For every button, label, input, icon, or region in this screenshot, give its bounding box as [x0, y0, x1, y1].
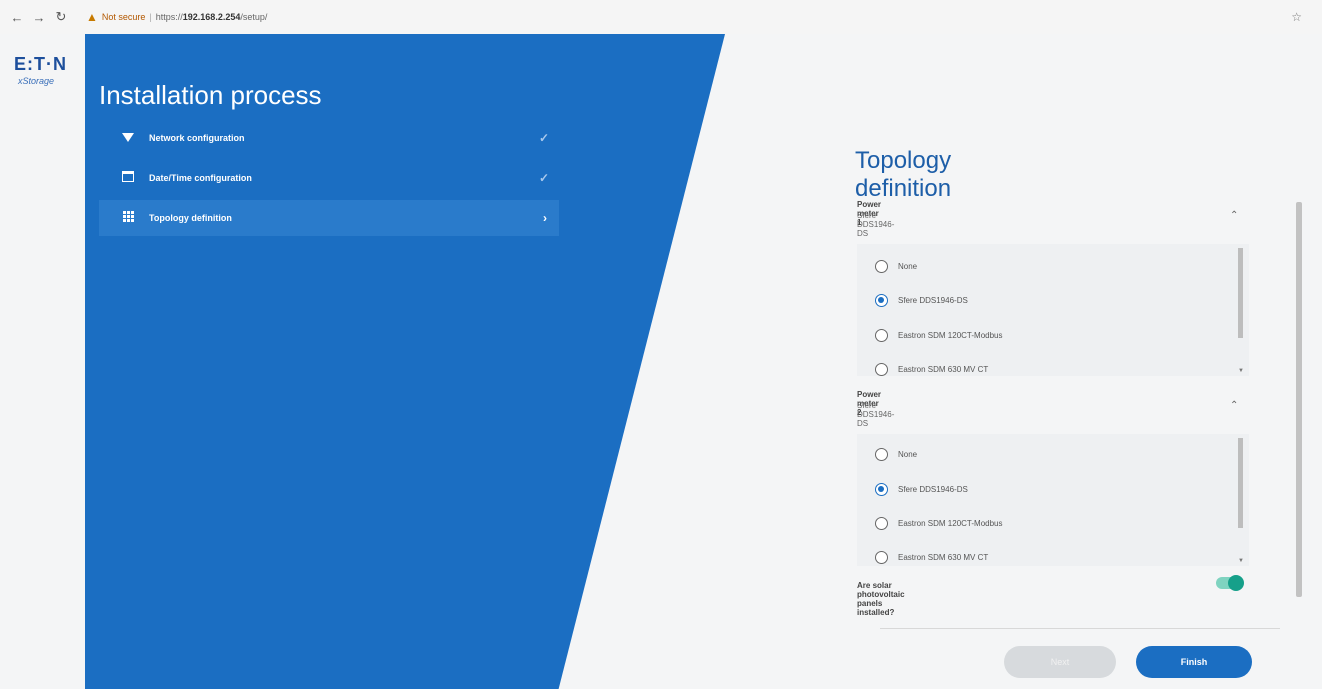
scrollbar-thumb[interactable]	[1296, 202, 1302, 597]
radio-button-selected[interactable]	[875, 483, 888, 496]
radio-option[interactable]: Sfere DDS1946-DS	[875, 483, 968, 496]
checkmark-icon: ✓	[538, 131, 549, 145]
browser-toolbar: ← → ↻ ▲ Not secure | https://192.168.2.2…	[0, 0, 1322, 34]
step-datetime-configuration[interactable]: Date/Time configuration ✓	[99, 160, 559, 196]
option-label: None	[898, 262, 918, 271]
radio-option[interactable]: Eastron SDM 120CT-Modbus	[875, 517, 1003, 530]
step-label: Network configuration	[149, 133, 245, 143]
radio-option[interactable]: Eastron SDM 630 MV CT	[875, 363, 988, 376]
option-label: Sfere DDS1946-DS	[898, 485, 968, 494]
url-path: /setup/	[240, 12, 268, 22]
calendar-icon	[119, 171, 137, 185]
solar-question-label: Are solar photovoltaic panels installed?	[857, 581, 905, 617]
radio-button[interactable]	[875, 517, 888, 530]
step-topology-definition[interactable]: Topology definition ›	[99, 200, 559, 236]
option-label: Eastron SDM 630 MV CT	[898, 365, 989, 374]
radio-button[interactable]	[875, 260, 888, 273]
scrollbar-thumb[interactable]	[1238, 438, 1243, 528]
page-title: Installation process	[99, 80, 322, 110]
url-prefix: https://	[155, 12, 183, 22]
chevron-up-icon[interactable]: ⌃	[1230, 210, 1238, 221]
chevron-right-icon: ›	[543, 211, 547, 225]
option-label: Eastron SDM 120CT-Modbus	[898, 331, 1003, 340]
scroll-down-icon[interactable]: ▼	[1238, 368, 1244, 374]
scroll-down-icon[interactable]: ▼	[1238, 558, 1244, 564]
radio-option[interactable]: Eastron SDM 630 MV CT	[875, 551, 988, 564]
installation-process-panel: Installation process Network configurati…	[85, 34, 725, 689]
grid-icon	[119, 211, 137, 225]
option-label: Sfere DDS1946-DS	[898, 296, 968, 305]
forward-icon[interactable]: →	[30, 8, 48, 26]
url-host: 192.168.2.254	[182, 12, 241, 22]
radio-button-selected[interactable]	[875, 294, 888, 307]
checkmark-icon: ✓	[538, 171, 549, 185]
address-separator: |	[149, 12, 152, 22]
radio-button[interactable]	[875, 329, 888, 342]
radio-option[interactable]: Eastron SDM 120CT-Modbus	[875, 329, 1003, 342]
scrollbar-thumb[interactable]	[1238, 248, 1243, 338]
address-bar[interactable]: https://192.168.2.254/setup/	[156, 12, 268, 22]
radio-option[interactable]: Sfere DDS1946-DS	[875, 294, 968, 307]
power-meter-1-options: None Sfere DDS1946-DS Eastron SDM 120CT-…	[857, 244, 1249, 376]
xstorage-label: xStorage	[18, 76, 55, 86]
page-scrollbar[interactable]	[1295, 196, 1303, 616]
solar-toggle[interactable]	[1216, 575, 1244, 591]
not-secure-label[interactable]: Not secure	[102, 12, 146, 22]
step-network-configuration[interactable]: Network configuration ✓	[99, 120, 559, 156]
option-label: None	[898, 450, 918, 459]
next-button[interactable]: Next	[1004, 646, 1116, 678]
reload-icon[interactable]: ↻	[52, 8, 70, 26]
wifi-icon	[119, 131, 137, 145]
option-label: Eastron SDM 630 MV CT	[898, 553, 989, 562]
radio-button[interactable]	[875, 448, 888, 461]
back-icon[interactable]: ←	[8, 8, 26, 26]
radio-option[interactable]: None	[875, 260, 917, 273]
power-meter-1-value[interactable]: Sfere DDS1946-DS	[857, 211, 894, 238]
power-meter-2-value[interactable]: Sfere DDS1946-DS	[857, 401, 894, 428]
warning-icon: ▲	[86, 10, 98, 24]
options-scrollbar[interactable]: ▼	[1238, 434, 1244, 566]
chevron-up-icon[interactable]: ⌃	[1230, 400, 1238, 411]
logo-column: E:T·N xStorage	[0, 34, 82, 689]
footer-divider	[880, 628, 1280, 629]
finish-button[interactable]: Finish	[1136, 646, 1252, 678]
radio-button[interactable]	[875, 551, 888, 564]
bookmark-star-icon[interactable]: ☆	[1291, 10, 1302, 24]
radio-button[interactable]	[875, 363, 888, 376]
eaton-logo: E:T·N	[14, 54, 67, 74]
power-meter-2-options: None Sfere DDS1946-DS Eastron SDM 120CT-…	[857, 434, 1249, 566]
option-label: Eastron SDM 120CT-Modbus	[898, 519, 1003, 528]
step-label: Topology definition	[149, 213, 232, 223]
section-title: Topology definition	[855, 147, 952, 202]
options-scrollbar[interactable]: ▼	[1238, 244, 1244, 376]
step-label: Date/Time configuration	[149, 173, 252, 183]
radio-option[interactable]: None	[875, 448, 917, 461]
toggle-knob[interactable]	[1228, 575, 1244, 591]
